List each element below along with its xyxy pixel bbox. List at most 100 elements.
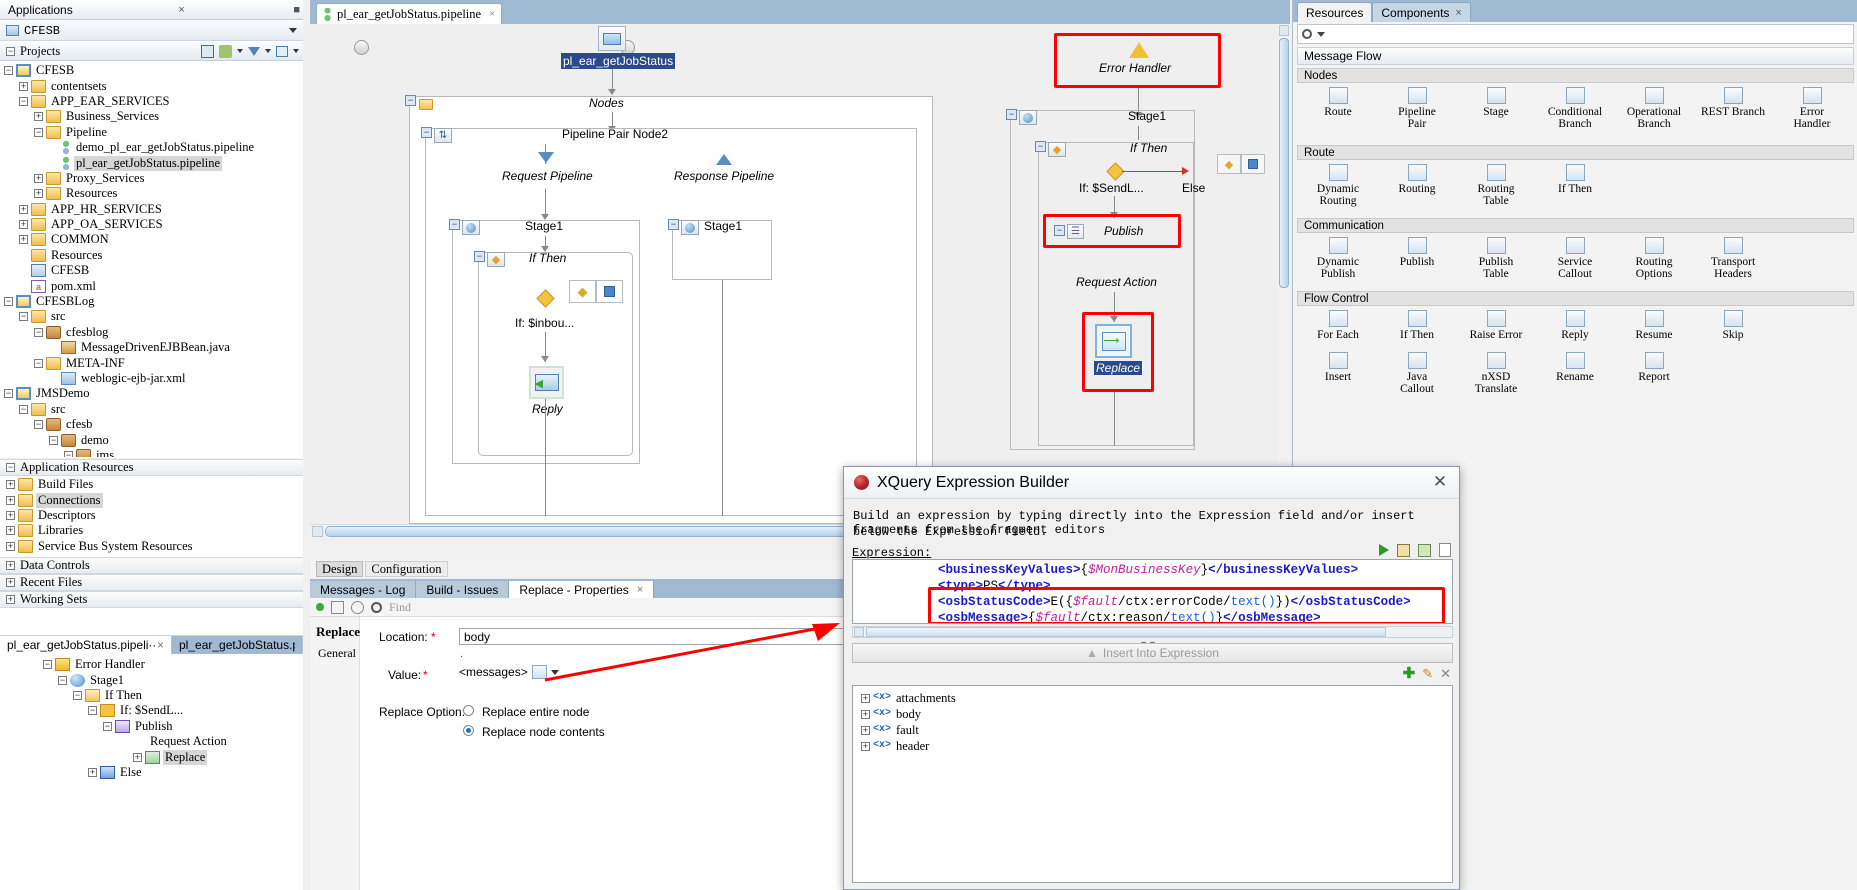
tree-row[interactable]: Resources	[0, 248, 291, 263]
tree-expander[interactable]: +	[19, 220, 28, 230]
tree-row[interactable]: − APP_EAR_SERVICES	[0, 94, 291, 109]
fragment-tree[interactable]: + <x> attachments + <x> body + <x> fault + <x> head…	[852, 685, 1453, 883]
tree-expander[interactable]: +	[19, 81, 28, 91]
tree-row[interactable]: − cfesb	[0, 417, 291, 432]
add-else-icon[interactable]	[1241, 154, 1265, 174]
palette-item[interactable]: Dynamic Routing	[1299, 164, 1377, 207]
chevron-down-icon[interactable]	[550, 669, 559, 675]
tab-design[interactable]: Design	[316, 561, 364, 577]
tree-expander[interactable]: −	[4, 297, 13, 307]
tab-build-issues[interactable]: Build - Issues	[416, 581, 510, 598]
scroll-thumb[interactable]	[866, 627, 1386, 637]
if-then-collapse-icon[interactable]: −	[474, 251, 485, 262]
filter-icon[interactable]	[248, 46, 260, 56]
tree-expander[interactable]: +	[861, 693, 870, 703]
eh-stage-collapse-icon[interactable]: −	[1006, 109, 1017, 120]
projects-collapse-icon[interactable]: −	[6, 46, 15, 56]
tree-row[interactable]: − Publish	[0, 719, 303, 734]
minimize-icon[interactable]: ■	[290, 4, 303, 16]
application-selector[interactable]: CFESB	[0, 21, 303, 41]
palette-item[interactable]: Routing Table	[1457, 164, 1535, 207]
palette-item[interactable]: Dynamic Publish	[1299, 237, 1377, 280]
tree-row[interactable]: demo_pl_ear_getJobStatus.pipeline	[0, 140, 291, 155]
tree-expander[interactable]: −	[73, 690, 82, 700]
tree-row[interactable]: − CFESBLog	[0, 294, 291, 309]
tree-row[interactable]: + Else	[0, 765, 303, 780]
view-options-icon[interactable]	[276, 45, 288, 57]
fragment-toolbar[interactable]: ✚ ✎ ✕	[1403, 666, 1451, 681]
fragment-tree-row[interactable]: + <x> body	[853, 706, 1452, 722]
tree-expander[interactable]: −	[34, 420, 43, 430]
palette-item[interactable]: Raise Error	[1457, 310, 1535, 341]
radio-replace-entire-node[interactable]	[463, 705, 474, 716]
proxy-service-icon[interactable]	[598, 26, 626, 51]
collapse-icon[interactable]: −	[6, 463, 15, 472]
refresh-icon[interactable]	[219, 44, 232, 58]
expression-textarea[interactable]: <businessKeyValues>{$MonBusinessKey}</bu…	[852, 559, 1453, 624]
radio-replace-node-contents[interactable]	[463, 725, 474, 736]
block-icon[interactable]	[351, 600, 364, 614]
insert-into-expression-button[interactable]: ▲ Insert Into Expression	[852, 643, 1453, 663]
tree-expander[interactable]: +	[6, 495, 15, 505]
palette-item[interactable]: If Then	[1536, 164, 1614, 195]
chevron-down-icon[interactable]	[237, 49, 243, 53]
chevron-down-icon[interactable]	[1317, 31, 1325, 37]
palette-item[interactable]: REST Branch	[1694, 87, 1772, 118]
palette-item[interactable]: Service Callout	[1536, 237, 1614, 280]
tree-row[interactable]: − Stage1	[0, 672, 303, 687]
eh-replace-label[interactable]: Replace	[1094, 361, 1143, 375]
tree-row[interactable]: + contentsets	[0, 78, 291, 93]
application-resources-header[interactable]: − Application Resources	[0, 459, 303, 476]
tree-row[interactable]: + Proxy_Services	[0, 171, 291, 186]
close-icon[interactable]: ×	[489, 8, 495, 20]
editor-tab-pipeline[interactable]: pl_ear_getJobStatus.pipeline ×	[316, 3, 503, 24]
palette-item[interactable]: Route	[1299, 87, 1377, 118]
clipboard-icon[interactable]	[1439, 543, 1451, 557]
tree-row[interactable]: − demo	[0, 432, 291, 447]
tree-expander[interactable]: +	[6, 541, 15, 551]
palette-item[interactable]: For Each	[1299, 310, 1377, 341]
tree-row[interactable]: CFESB	[0, 263, 291, 278]
value-field[interactable]: <messages>	[459, 665, 559, 679]
tree-expander[interactable]: +	[88, 767, 97, 777]
close-icon[interactable]: ×	[637, 584, 643, 596]
chevron-down-icon[interactable]	[289, 28, 297, 33]
expand-icon[interactable]: +	[6, 578, 15, 587]
palette-item[interactable]: Skip	[1694, 310, 1772, 341]
tree-expander[interactable]: −	[4, 389, 13, 399]
xquery-builder-icon[interactable]	[531, 665, 547, 679]
scroll-thumb[interactable]	[1279, 38, 1289, 288]
structure-tab-1[interactable]: pl_ear_getJobStatus.pipeline···	[172, 636, 303, 654]
tree-expander[interactable]: +	[19, 235, 28, 245]
tree-expander[interactable]: −	[88, 706, 97, 716]
expand-icon[interactable]: +	[6, 561, 15, 570]
add-condition-icon[interactable]: ◆	[569, 280, 596, 303]
chevron-down-icon[interactable]	[265, 49, 271, 53]
palette-item[interactable]: Pipeline Pair	[1378, 87, 1456, 130]
tab-replace-properties[interactable]: Replace - Properties ×	[509, 581, 655, 598]
collapse-left-icon[interactable]	[354, 40, 369, 55]
palette-item[interactable]: Rename	[1536, 352, 1614, 383]
palette-item[interactable]: Reply	[1536, 310, 1614, 341]
palette-item[interactable]: Publish Table	[1457, 237, 1535, 280]
tree-row[interactable]: + Build Files	[0, 477, 303, 492]
tree-row[interactable]: − src	[0, 402, 291, 417]
chevron-down-icon[interactable]	[293, 49, 299, 53]
expression-toolbar[interactable]	[1379, 543, 1451, 557]
close-icon[interactable]: ✕	[1431, 473, 1449, 492]
tree-expander[interactable]: −	[58, 675, 67, 685]
palette-item[interactable]: Report	[1615, 352, 1693, 383]
replace-node[interactable]: ⟶	[1095, 324, 1132, 358]
tree-expander[interactable]: −	[43, 660, 52, 670]
tree-row[interactable]: pl_ear_getJobStatus.pipeline	[0, 155, 291, 171]
tree-row[interactable]: − src	[0, 309, 291, 324]
tree-row[interactable]: + Service Bus System Resources	[0, 539, 303, 554]
fragment-tree-row[interactable]: + <x> header	[853, 738, 1452, 754]
tree-row[interactable]: MessageDrivenEJBBean.java	[0, 340, 291, 355]
tree-row[interactable]: + Libraries	[0, 523, 303, 538]
pipeline-diagram-canvas[interactable]: pl_ear_getJobStatus − Nodes − ⇅ Pipeline…	[310, 24, 1278, 524]
search-icon[interactable]	[201, 44, 214, 58]
panel-data-controls[interactable]: + Data Controls	[0, 557, 303, 574]
tree-expander[interactable]: +	[6, 480, 15, 490]
properties-side-tab-general[interactable]: General	[318, 646, 356, 661]
